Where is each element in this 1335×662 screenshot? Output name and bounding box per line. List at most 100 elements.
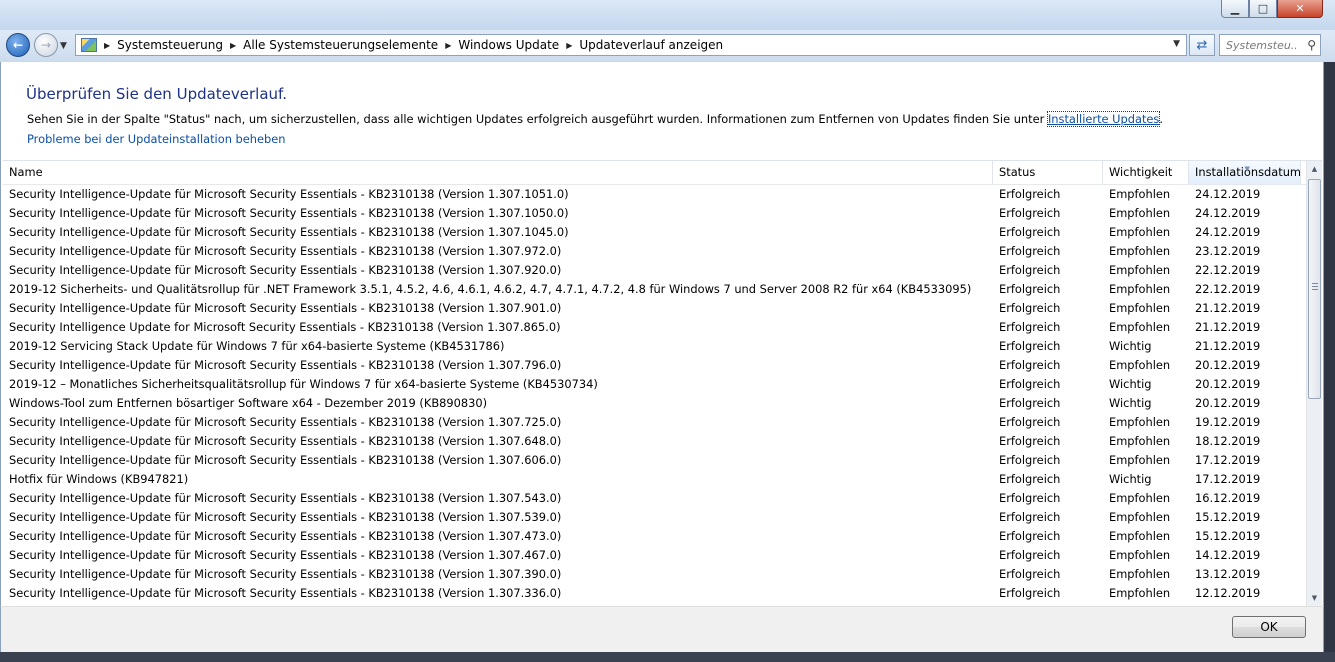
troubleshoot-link[interactable]: Probleme bei der Updateinstallation behe… [27,132,285,146]
column-header-importance[interactable]: Wichtigkeit [1103,161,1189,184]
address-bar[interactable]: ▶ Systemsteuerung ▶ Alle Systemsteuerung… [75,34,1187,56]
update-history-list[interactable]: Name Status Wichtigkeit ▼ Installationsd… [3,160,1322,607]
table-row[interactable]: Hotfix für Windows (KB947821) Erfolgreich… [3,470,1308,489]
refresh-button[interactable]: ⇄ [1189,34,1215,56]
forward-arrow-icon: → [40,38,52,52]
table-row[interactable]: Security Intelligence-Update für Microso… [3,242,1308,261]
breadcrumb-chevron-icon[interactable]: ▶ [230,41,236,50]
cell-importance: Empfohlen [1109,529,1171,543]
table-row[interactable]: 2019-12 – Monatliches Sicherheitsqualitä… [3,375,1308,394]
cell-status: Erfolgreich [999,586,1061,600]
breadcrumb-updateverlauf[interactable]: Updateverlauf anzeigen [579,38,723,52]
breadcrumb-windows-update[interactable]: Windows Update [458,38,559,52]
recent-pages-dropdown[interactable]: ▼ [60,41,67,51]
cell-importance: Empfohlen [1109,586,1171,600]
table-row[interactable]: 2019-12 Servicing Stack Update für Windo… [3,337,1308,356]
table-row[interactable]: Security Intelligence-Update für Microso… [3,546,1308,565]
cell-install-date: 15.12.2019 [1195,510,1261,524]
table-row[interactable]: Security Intelligence-Update für Microso… [3,508,1308,527]
cell-install-date: 13.12.2019 [1195,567,1261,581]
table-row[interactable]: Security Intelligence-Update für Microso… [3,584,1308,603]
page-title: Überprüfen Sie den Updateverlauf. [26,85,288,103]
maximize-icon: □ [1257,2,1269,15]
cell-install-date: 21.12.2019 [1195,320,1261,334]
table-row[interactable]: Security Intelligence-Update für Microso… [3,261,1308,280]
cell-status: Erfolgreich [999,282,1061,296]
cell-install-date: 19.12.2019 [1195,415,1261,429]
table-row[interactable]: Security Intelligence-Update für Microso… [3,527,1308,546]
table-row[interactable]: Security Intelligence-Update für Microso… [3,565,1308,584]
column-header-name[interactable]: Name [3,161,993,184]
cell-name: Security Intelligence-Update für Microso… [9,434,562,448]
cell-install-date: 17.12.2019 [1195,453,1261,467]
cell-install-date: 21.12.2019 [1195,301,1261,315]
breadcrumb-systemsteuerung[interactable]: Systemsteuerung [117,38,223,52]
cell-install-date: 20.12.2019 [1195,377,1261,391]
address-dropdown-icon[interactable]: ▼ [1173,39,1180,49]
window-titlebar: ▁ □ ✕ [0,0,1335,30]
cell-importance: Empfohlen [1109,548,1171,562]
cell-install-date: 15.12.2019 [1195,529,1261,543]
control-panel-icon [81,38,97,52]
cell-importance: Wichtig [1109,377,1152,391]
cell-importance: Empfohlen [1109,225,1171,239]
table-row[interactable]: Security Intelligence-Update für Microso… [3,204,1308,223]
cell-install-date: 21.12.2019 [1195,339,1261,353]
cell-install-date: 12.12.2019 [1195,586,1261,600]
scroll-down-icon[interactable]: ▼ [1307,590,1322,607]
cell-name: Security Intelligence-Update für Microso… [9,187,569,201]
cell-importance: Empfohlen [1109,453,1171,467]
breadcrumb-chevron-icon[interactable]: ▶ [445,41,451,50]
close-button[interactable]: ✕ [1277,0,1323,18]
table-row[interactable]: Security Intelligence-Update für Microso… [3,413,1308,432]
scroll-thumb[interactable] [1308,179,1321,399]
table-row[interactable]: Security Intelligence-Update für Microso… [3,489,1308,508]
installed-updates-link[interactable]: Installierte Updates [1046,111,1161,127]
cell-importance: Empfohlen [1109,282,1171,296]
breadcrumb-alle-elemente[interactable]: Alle Systemsteuerungselemente [243,38,438,52]
maximize-button[interactable]: □ [1249,0,1277,18]
scroll-up-icon[interactable]: ▲ [1307,161,1322,178]
column-header-install-date[interactable]: ▼ Installationsdatum [1189,161,1301,184]
description-end: . [1159,112,1163,126]
table-row[interactable]: Security Intelligence Update for Microso… [3,318,1308,337]
table-row[interactable]: Windows-Tool zum Entfernen bösartiger So… [3,394,1308,413]
breadcrumb-chevron-icon[interactable]: ▶ [104,41,110,50]
table-row[interactable]: Security Intelligence-Update für Microso… [3,185,1308,204]
column-header-status[interactable]: Status [993,161,1103,184]
cell-install-date: 22.12.2019 [1195,263,1261,277]
cell-name: Security Intelligence-Update für Microso… [9,263,562,277]
table-row[interactable]: Security Intelligence-Update für Microso… [3,299,1308,318]
table-row[interactable]: 2019-12 Sicherheits- und Qualitätsrollup… [3,280,1308,299]
cell-status: Erfolgreich [999,263,1061,277]
cell-name: Security Intelligence Update for Microso… [9,320,561,334]
window-controls: ▁ □ ✕ [1221,0,1323,18]
cell-status: Erfolgreich [999,472,1061,486]
cell-install-date: 14.12.2019 [1195,548,1261,562]
back-button[interactable]: ← [6,33,30,57]
vertical-scrollbar[interactable]: ▲ ▼ [1306,161,1322,607]
cell-install-date: 24.12.2019 [1195,206,1261,220]
cell-importance: Wichtig [1109,396,1152,410]
cell-status: Erfolgreich [999,301,1061,315]
search-box[interactable]: ⚲ [1219,34,1321,56]
table-row[interactable]: Security Intelligence-Update für Microso… [3,223,1308,242]
cell-name: Windows-Tool zum Entfernen bösartiger So… [9,396,488,410]
page-description: Sehen Sie in der Spalte "Status" nach, u… [27,111,1163,127]
cell-status: Erfolgreich [999,206,1061,220]
search-input[interactable] [1226,38,1296,52]
search-icon[interactable]: ⚲ [1307,38,1316,52]
minimize-button[interactable]: ▁ [1221,0,1249,18]
table-row[interactable]: Security Intelligence-Update für Microso… [3,356,1308,375]
forward-button[interactable]: → [34,33,58,57]
cell-importance: Wichtig [1109,472,1152,486]
cell-status: Erfolgreich [999,567,1061,581]
table-row[interactable]: Security Intelligence-Update für Microso… [3,451,1308,470]
table-row[interactable]: Security Intelligence-Update für Microso… [3,432,1308,451]
cell-status: Erfolgreich [999,453,1061,467]
breadcrumb-chevron-icon[interactable]: ▶ [566,41,572,50]
cell-name: 2019-12 – Monatliches Sicherheitsqualitä… [9,377,598,391]
ok-button[interactable]: OK [1232,616,1306,638]
cell-install-date: 23.12.2019 [1195,244,1261,258]
cell-status: Erfolgreich [999,225,1061,239]
